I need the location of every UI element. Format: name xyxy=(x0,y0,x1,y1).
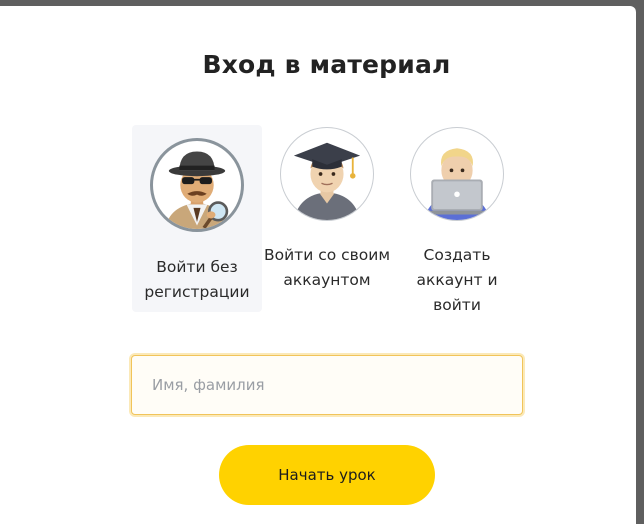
option-account[interactable]: Войти со своим аккаунтом xyxy=(262,125,392,312)
dialog-title: Вход в материал xyxy=(202,50,451,79)
option-account-label: Войти со своим аккаунтом xyxy=(263,246,391,289)
login-dialog: Вход в материал Войти без регистрации Во… xyxy=(0,6,636,524)
graduate-icon xyxy=(280,127,374,221)
option-register-label: Создать аккаунт и войти xyxy=(416,246,498,314)
name-input[interactable] xyxy=(131,355,523,415)
option-guest-label: Войти без регистрации xyxy=(144,258,250,301)
start-lesson-button[interactable]: Начать урок xyxy=(219,445,435,505)
detective-icon xyxy=(150,138,244,232)
option-guest[interactable]: Войти без регистрации xyxy=(132,125,262,312)
technologist-icon xyxy=(410,127,504,221)
option-register[interactable]: Создать аккаунт и войти xyxy=(392,125,522,314)
